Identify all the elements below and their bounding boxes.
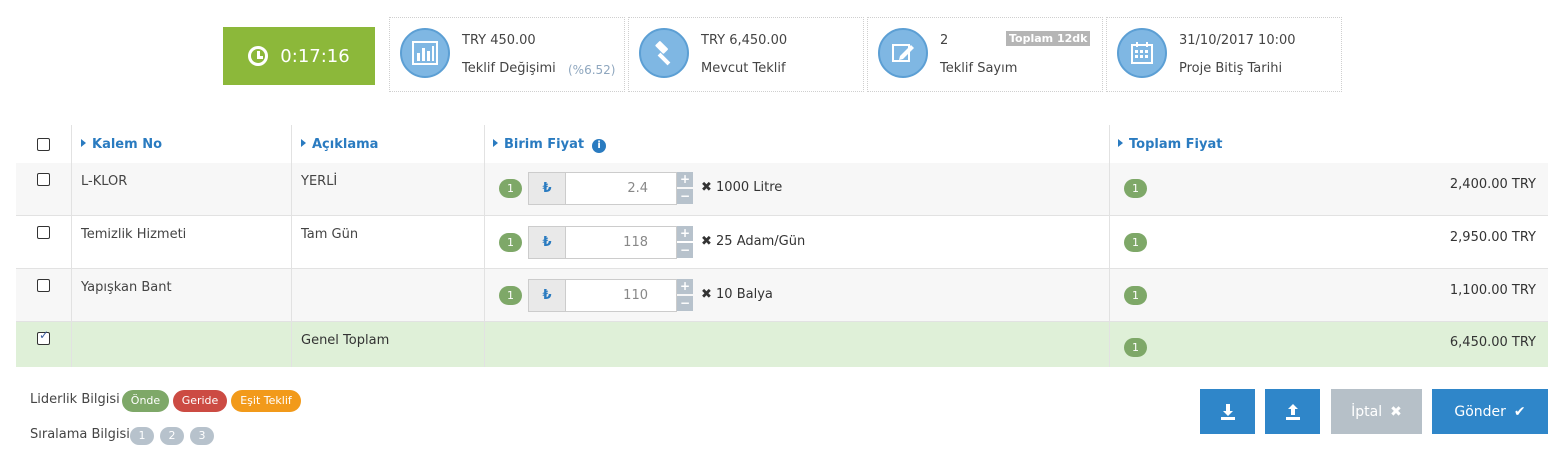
row-checkbox[interactable]: [37, 279, 50, 292]
header-item-no[interactable]: Kalem No: [81, 137, 162, 152]
unit-price-input[interactable]: 118: [565, 226, 677, 259]
table-row: Yapışkan Bant 1 ₺ 110 + − ✖ 10 Balya 1 1,…: [16, 269, 1548, 322]
lira-icon: ₺: [528, 172, 566, 205]
download-button[interactable]: [1200, 389, 1255, 434]
cancel-button[interactable]: İptal ✖: [1331, 389, 1422, 434]
grand-total-row: Genel Toplam 1 6,450.00 TRY: [16, 322, 1548, 367]
price-stepper[interactable]: + −: [677, 279, 693, 312]
minus-icon[interactable]: −: [677, 296, 693, 311]
item-name: Temizlik Hizmeti: [81, 227, 187, 242]
stat-label: Mevcut Teklif: [701, 61, 786, 76]
countdown-timer: 0:17:16: [223, 27, 375, 85]
cancel-label: İptal: [1351, 403, 1383, 420]
total-rank-badge: 1: [1124, 179, 1147, 198]
stat-bid-count: 2 Toplam 12dk Teklif Sayım: [867, 17, 1103, 92]
calendar-icon: [1117, 28, 1167, 78]
total-rank-badge: 1: [1124, 286, 1147, 305]
download-icon: [1220, 403, 1235, 420]
row-checkbox[interactable]: [37, 226, 50, 239]
stat-label: Teklif Sayım: [940, 61, 1018, 76]
rank-badge: 1: [499, 233, 522, 252]
total-rank-badge: 1: [1124, 233, 1147, 252]
upload-button[interactable]: [1265, 389, 1320, 434]
send-label: Gönder: [1454, 403, 1506, 420]
grand-total-rank-badge: 1: [1124, 338, 1147, 357]
quantity-label: ✖ 25 Adam/Gün: [701, 234, 806, 249]
stat-percent: (%6.52): [568, 63, 616, 77]
minus-icon[interactable]: −: [677, 189, 693, 204]
select-all-checkbox[interactable]: [37, 138, 50, 151]
clock-icon: [248, 46, 269, 66]
price-stepper[interactable]: + −: [677, 226, 693, 259]
plus-icon[interactable]: +: [677, 226, 693, 241]
rank-badge: 1: [499, 286, 522, 305]
grand-total-label: Genel Toplam: [301, 333, 390, 348]
check-icon: ✔: [1513, 403, 1526, 420]
stat-label: Teklif Değişimi: [462, 61, 556, 76]
header-total-price[interactable]: Toplam Fiyat: [1118, 137, 1222, 152]
rank-badge-1: 1: [130, 427, 154, 445]
stat-bid-change: TRY 450.00 Teklif Değişimi (%6.52): [389, 17, 625, 92]
table-row: L-KLOR YERLİ 1 ₺ 2.4 + − ✖ 1000 Litre 1 2…: [16, 163, 1548, 216]
row-checkbox[interactable]: [37, 173, 50, 186]
leader-badge-equal: Eşit Teklif: [231, 390, 301, 412]
stat-value: TRY 6,450.00: [701, 33, 788, 48]
timer-value: 0:17:16: [280, 45, 350, 67]
header-unit-price[interactable]: Birim Fiyat i: [493, 137, 607, 153]
stat-value: 31/10/2017 10:00: [1179, 33, 1296, 48]
edit-icon: [878, 28, 928, 78]
item-name: L-KLOR: [81, 174, 128, 189]
rank-badge-2: 2: [160, 427, 184, 445]
unit-price-input[interactable]: 2.4: [565, 172, 677, 205]
header-description[interactable]: Açıklama: [301, 137, 378, 152]
grand-total-checkbox[interactable]: [37, 328, 50, 345]
leader-badge-ahead: Önde: [122, 390, 169, 412]
row-total: 2,950.00 TRY: [1449, 230, 1536, 245]
unit-price-input[interactable]: 110: [565, 279, 677, 312]
stat-value: TRY 450.00: [462, 33, 536, 48]
upload-icon: [1285, 403, 1300, 420]
table-header: Kalem No Açıklama Birim Fiyat i Toplam Fi…: [16, 125, 1548, 163]
item-description: Tam Gün: [301, 227, 359, 242]
gavel-icon: [639, 28, 689, 78]
item-name: Yapışkan Bant: [81, 280, 172, 295]
stat-current-bid: TRY 6,450.00 Mevcut Teklif: [628, 17, 864, 92]
row-total: 1,100.00 TRY: [1449, 283, 1536, 298]
stat-value: 2: [940, 33, 949, 48]
stat-label: Proje Bitiş Tarihi: [1179, 61, 1283, 76]
price-stepper[interactable]: + −: [677, 172, 693, 205]
quantity-label: ✖ 1000 Litre: [701, 180, 783, 195]
table-row: Temizlik Hizmeti Tam Gün 1 ₺ 118 + − ✖ 25…: [16, 216, 1548, 269]
leadership-info-label: Liderlik Bilgisi: [30, 392, 120, 407]
plus-icon[interactable]: +: [677, 172, 693, 187]
lira-icon: ₺: [528, 226, 566, 259]
plus-icon[interactable]: +: [677, 279, 693, 294]
row-total: 2,400.00 TRY: [1449, 177, 1536, 192]
minus-icon[interactable]: −: [677, 243, 693, 258]
ranking-info-label: Sıralama Bilgisi: [30, 427, 130, 442]
rank-badge-3: 3: [190, 427, 214, 445]
bar-chart-icon: [400, 28, 450, 78]
total-duration-tag: Toplam 12dk: [1006, 31, 1091, 46]
lira-icon: ₺: [528, 279, 566, 312]
send-button[interactable]: Gönder ✔: [1432, 389, 1548, 434]
quantity-label: ✖ 10 Balya: [701, 287, 773, 302]
leader-badge-behind: Geride: [173, 390, 227, 412]
item-description: YERLİ: [301, 174, 338, 189]
info-icon[interactable]: i: [592, 139, 607, 153]
grand-total-value: 6,450.00 TRY: [1449, 335, 1536, 350]
stat-end-date: 31/10/2017 10:00 Proje Bitiş Tarihi: [1106, 17, 1342, 92]
rank-badge: 1: [499, 179, 522, 198]
close-icon: ✖: [1390, 403, 1402, 420]
